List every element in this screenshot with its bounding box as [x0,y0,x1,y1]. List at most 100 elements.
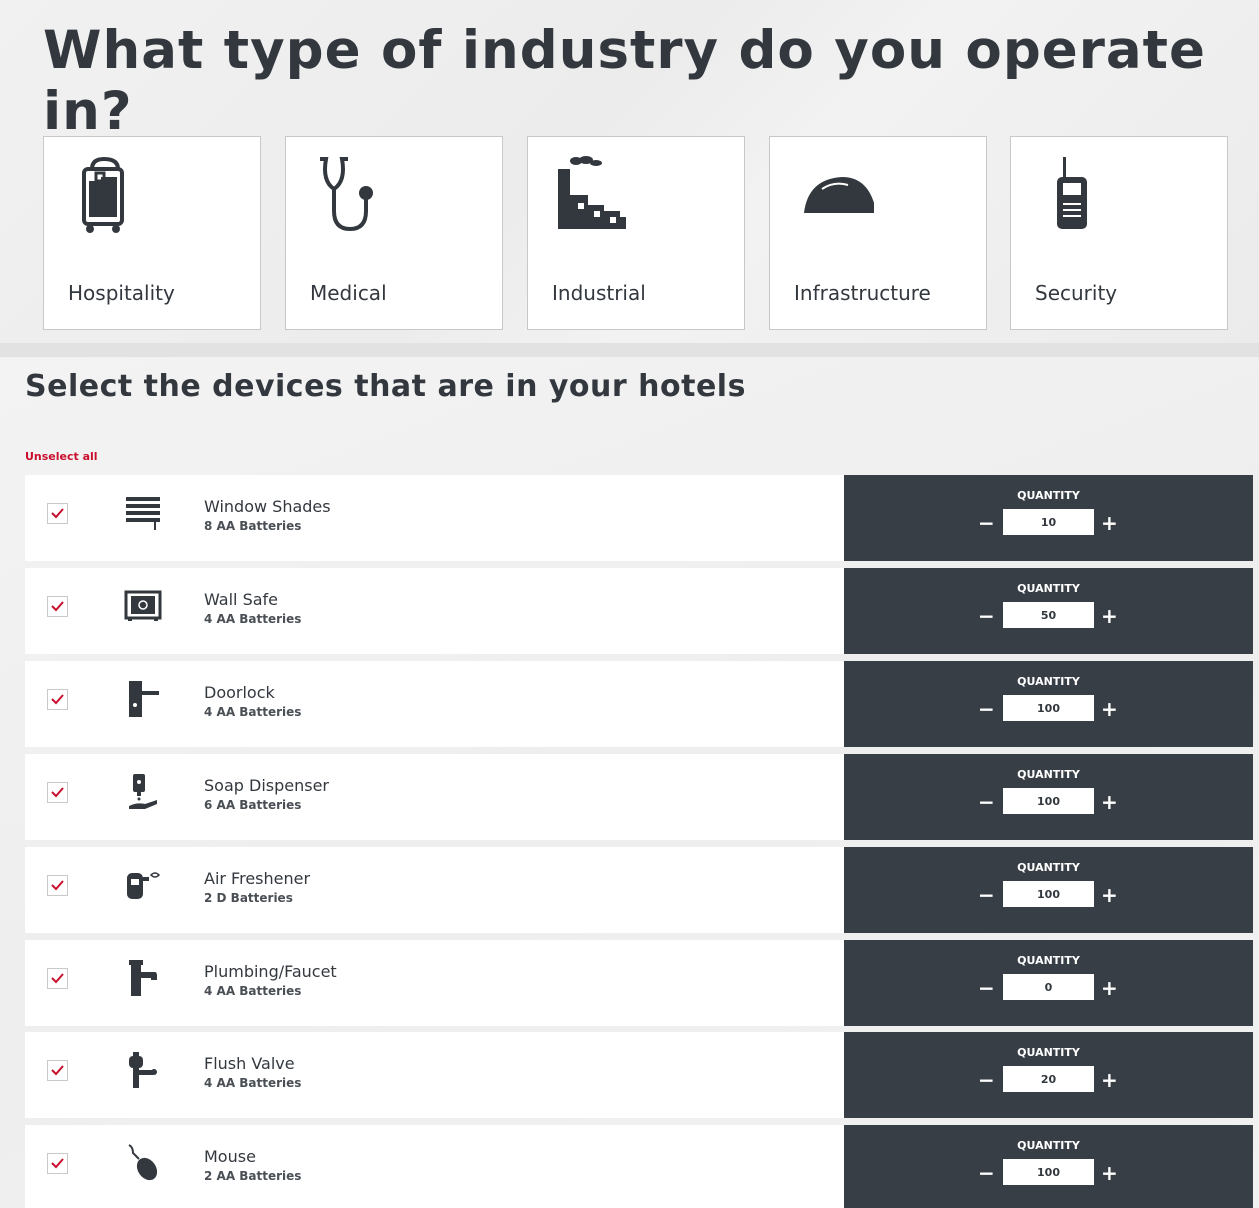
quantity-increment-button[interactable]: + [1101,604,1118,628]
quantity-label: QUANTITY [1017,861,1080,874]
device-row-faucet: Plumbing/Faucet 4 AA Batteries QUANTITY … [25,940,1253,1026]
quantity-input[interactable] [1003,1066,1094,1092]
industry-card-hospitality[interactable]: Hospitality [43,136,261,330]
flush-valve-icon [123,1050,163,1090]
device-name: Flush Valve [204,1054,295,1073]
unselect-all-link[interactable]: Unselect all [25,450,98,463]
device-name: Soap Dispenser [204,776,329,795]
device-name: Air Freshener [204,869,311,888]
industry-card-infrastructure[interactable]: Infrastructure [769,136,987,330]
device-name: Window Shades [204,497,331,516]
device-info-panel: Soap Dispenser 6 AA Batteries [25,754,844,840]
quantity-decrement-button[interactable]: − [978,604,995,628]
device-batteries: 4 AA Batteries [204,1076,302,1090]
device-checkbox[interactable] [47,1153,68,1174]
quantity-increment-button[interactable]: + [1101,1161,1118,1185]
mouse-icon [123,1143,163,1183]
device-info-panel: Doorlock 4 AA Batteries [25,661,844,747]
industry-card-security[interactable]: Security [1010,136,1228,330]
device-batteries: 8 AA Batteries [204,519,302,533]
quantity-input[interactable] [1003,788,1094,814]
device-checkbox[interactable] [47,503,68,524]
section-divider [0,343,1259,357]
quantity-decrement-button[interactable]: − [978,697,995,721]
quantity-increment-button[interactable]: + [1101,697,1118,721]
devices-title: Select the devices that are in your hote… [25,369,746,404]
quantity-panel: QUANTITY − + [844,940,1253,1026]
industry-label: Infrastructure [794,281,931,305]
device-info-panel: Air Freshener 2 D Batteries [25,847,844,933]
device-checkbox[interactable] [47,782,68,803]
quantity-panel: QUANTITY − + [844,847,1253,933]
device-name: Plumbing/Faucet [204,962,337,981]
quantity-decrement-button[interactable]: − [978,1161,995,1185]
doorlock-icon [123,679,163,719]
stethoscope-icon [316,155,412,235]
factory-icon [558,155,654,235]
quantity-panel: QUANTITY − + [844,475,1253,561]
faucet-icon [123,958,163,998]
quantity-input[interactable] [1003,1159,1094,1185]
device-row-window-shades: Window Shades 8 AA Batteries QUANTITY − … [25,475,1253,561]
device-row-flush-valve: Flush Valve 4 AA Batteries QUANTITY − + [25,1032,1253,1118]
air-freshener-icon [123,865,163,905]
device-row-wall-safe: Wall Safe 4 AA Batteries QUANTITY − + [25,568,1253,654]
industry-label: Security [1035,281,1118,305]
device-info-panel: Wall Safe 4 AA Batteries [25,568,844,654]
quantity-panel: QUANTITY − + [844,661,1253,747]
industry-label: Medical [310,281,387,305]
device-checkbox[interactable] [47,968,68,989]
quantity-decrement-button[interactable]: − [978,883,995,907]
quantity-label: QUANTITY [1017,582,1080,595]
industry-card-industrial[interactable]: Industrial [527,136,745,330]
device-name: Doorlock [204,683,275,702]
device-row-doorlock: Doorlock 4 AA Batteries QUANTITY − + [25,661,1253,747]
device-batteries: 4 AA Batteries [204,984,302,998]
industry-label: Hospitality [68,281,175,305]
quantity-increment-button[interactable]: + [1101,1068,1118,1092]
device-batteries: 6 AA Batteries [204,798,302,812]
device-checkbox[interactable] [47,689,68,710]
quantity-label: QUANTITY [1017,1046,1080,1059]
device-row-air-freshener: Air Freshener 2 D Batteries QUANTITY − + [25,847,1253,933]
device-batteries: 4 AA Batteries [204,612,302,626]
device-name: Wall Safe [204,590,279,609]
industry-section: What type of industry do you operate in?… [0,0,1259,343]
device-batteries: 2 AA Batteries [204,1169,302,1183]
quantity-decrement-button[interactable]: − [978,1068,995,1092]
device-row-mouse: Mouse 2 AA Batteries QUANTITY − + [25,1125,1253,1208]
device-checkbox[interactable] [47,596,68,617]
quantity-label: QUANTITY [1017,489,1080,502]
device-checkbox[interactable] [47,1060,68,1081]
quantity-input[interactable] [1003,509,1094,535]
quantity-panel: QUANTITY − + [844,1032,1253,1118]
quantity-increment-button[interactable]: + [1101,976,1118,1000]
quantity-input[interactable] [1003,695,1094,721]
quantity-label: QUANTITY [1017,768,1080,781]
device-batteries: 4 AA Batteries [204,705,302,719]
industry-card-medical[interactable]: Medical [285,136,503,330]
quantity-decrement-button[interactable]: − [978,790,995,814]
quantity-increment-button[interactable]: + [1101,511,1118,535]
quantity-decrement-button[interactable]: − [978,976,995,1000]
quantity-decrement-button[interactable]: − [978,511,995,535]
industry-label: Industrial [552,281,646,305]
device-info-panel: Window Shades 8 AA Batteries [25,475,844,561]
industry-title: What type of industry do you operate in? [43,20,1206,142]
quantity-panel: QUANTITY − + [844,568,1253,654]
quantity-input[interactable] [1003,602,1094,628]
quantity-increment-button[interactable]: + [1101,790,1118,814]
device-row-soap-dispenser: Soap Dispenser 6 AA Batteries QUANTITY −… [25,754,1253,840]
soap-dispenser-icon [123,772,163,812]
quantity-label: QUANTITY [1017,675,1080,688]
window-shades-icon [123,493,163,533]
quantity-increment-button[interactable]: + [1101,883,1118,907]
device-checkbox[interactable] [47,875,68,896]
device-name: Mouse [204,1147,256,1166]
quantity-input[interactable] [1003,974,1094,1000]
luggage-cart-icon [74,155,170,235]
quantity-input[interactable] [1003,881,1094,907]
quantity-label: QUANTITY [1017,954,1080,967]
quantity-panel: QUANTITY − + [844,1125,1253,1208]
quantity-label: QUANTITY [1017,1139,1080,1152]
